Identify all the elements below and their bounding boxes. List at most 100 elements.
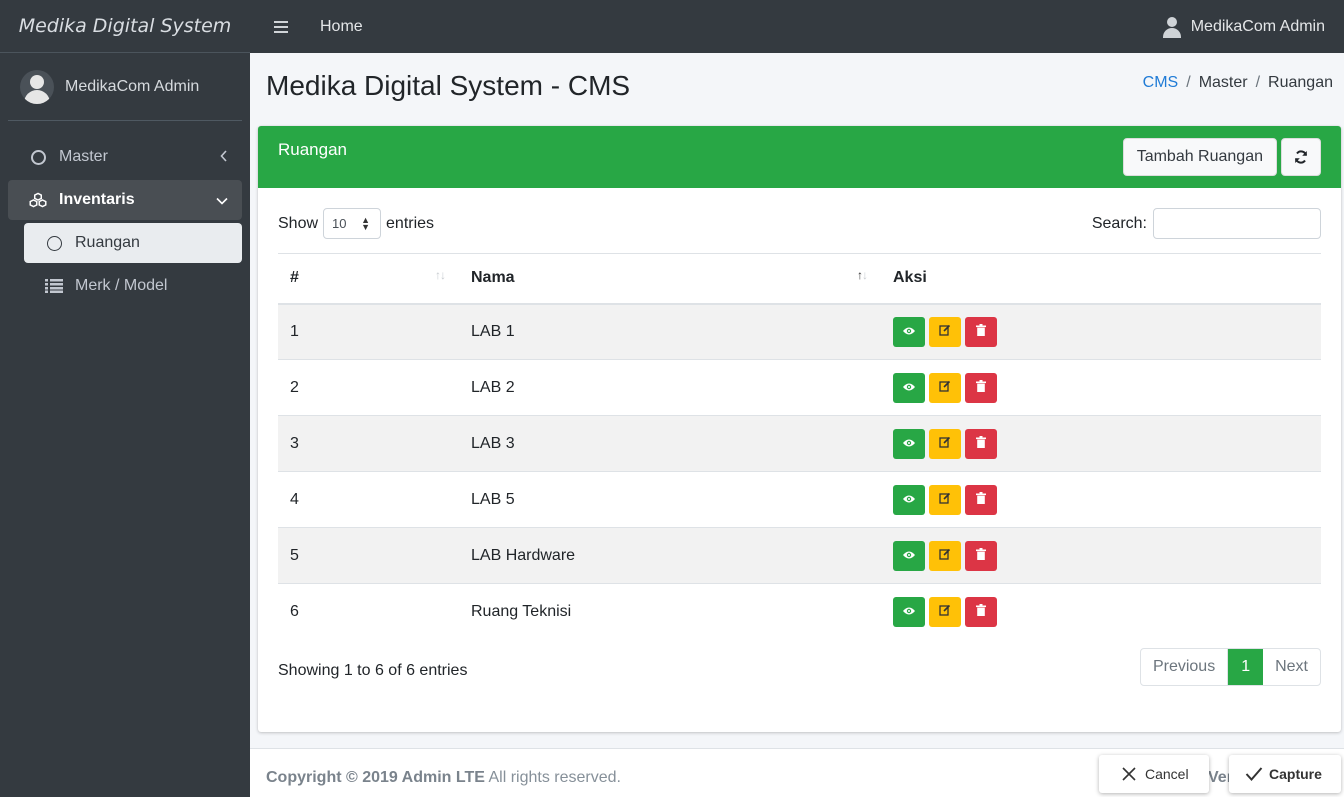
edit-icon [939, 491, 951, 509]
refresh-button[interactable] [1281, 138, 1321, 176]
edit-button[interactable] [929, 596, 961, 627]
pagination-previous[interactable]: Previous [1141, 649, 1229, 685]
sidebar-nav: Master Inventaris Ruangan Merk / Model [0, 121, 250, 306]
pagination-next[interactable]: Next [1263, 649, 1320, 685]
cell-no: 3 [278, 415, 459, 472]
edit-icon [939, 603, 951, 621]
user-panel[interactable]: MedikaCom Admin [8, 53, 242, 121]
capture-button[interactable]: Capture [1229, 755, 1341, 793]
search-label: Search: [1091, 214, 1147, 232]
chevron-down-icon [216, 192, 228, 208]
page-length-select[interactable]: 10 ▲ ▼ [323, 208, 382, 239]
trash-icon [976, 379, 986, 397]
circle-icon [45, 234, 63, 252]
view-button[interactable] [893, 540, 925, 571]
delete-button[interactable] [965, 372, 997, 403]
view-button[interactable] [893, 596, 925, 627]
delete-button[interactable] [965, 484, 997, 515]
pagination: Previous 1 Next [1139, 648, 1321, 686]
delete-button[interactable] [965, 596, 997, 627]
view-button[interactable] [893, 372, 925, 403]
breadcrumb: CMS / Master / Ruangan [1143, 74, 1333, 92]
page-title: Medika Digital System - CMS [266, 70, 631, 101]
table-body: 1 LAB 1 2 LAB 2 3 LAB 3 4 LAB 5 5 LAB Hardware 6 Ru… [278, 303, 1321, 640]
table-row: 4 LAB 5 [278, 471, 1321, 528]
cell-nama: LAB 5 [459, 471, 881, 528]
avatar [20, 69, 54, 104]
sidebar-item-label: Ruangan [75, 234, 140, 251]
delete-button[interactable] [965, 316, 997, 347]
cell-nama: LAB 3 [459, 415, 881, 472]
refresh-icon [1295, 150, 1307, 164]
table-info: Showing 1 to 6 of 6 entries [278, 662, 468, 679]
cell-aksi [881, 359, 1321, 416]
edit-button[interactable] [929, 372, 961, 403]
header-user-name: MedikaCom Admin [1190, 17, 1325, 35]
sidebar-item-label: Master [59, 148, 108, 165]
edit-icon [939, 379, 951, 397]
ruangan-card: Ruangan Tambah Ruangan Show 10 ▲ ▼ entrie… [258, 126, 1341, 732]
user-icon [1162, 16, 1182, 38]
breadcrumb-separator: / [1186, 74, 1191, 91]
close-icon [1122, 767, 1136, 781]
sort-icon: ↑↓ [435, 268, 446, 282]
copyright: Copyright © 2019 Admin LTE All rights re… [266, 769, 621, 786]
sidebar-item-inventaris[interactable]: Inventaris [8, 180, 242, 220]
card-title: Ruangan [278, 140, 348, 159]
brand-logo[interactable]: Medika Digital System [0, 0, 250, 53]
table-row: 6 Ruang Teknisi [278, 583, 1321, 640]
cancel-button[interactable]: Cancel [1099, 755, 1209, 793]
top-navbar: Home MedikaCom Admin [250, 0, 1344, 53]
view-button[interactable] [893, 316, 925, 347]
user-menu[interactable]: MedikaCom Admin [1162, 16, 1325, 38]
trash-icon [976, 323, 986, 341]
sidebar-submenu: Ruangan Merk / Model [8, 223, 242, 306]
cell-aksi [881, 527, 1321, 584]
show-label: Show [278, 214, 319, 232]
table-row: 3 LAB 3 [278, 415, 1321, 472]
page-length-control: Show 10 ▲ ▼ entries [278, 208, 434, 239]
search-input[interactable] [1153, 208, 1321, 239]
column-header-nama[interactable]: Nama ↑↓ [459, 253, 881, 305]
delete-button[interactable] [965, 428, 997, 459]
trash-icon [976, 491, 986, 509]
ruangan-table: # ↑↓ Nama ↑↓ Aksi 1 LAB 1 2 LAB 2 3 LAB 3 4 LAB… [278, 253, 1321, 640]
breadcrumb-cms[interactable]: CMS [1143, 74, 1179, 92]
cell-nama: Ruang Teknisi [459, 583, 881, 640]
table-row: 2 LAB 2 [278, 359, 1321, 416]
home-link[interactable]: Home [320, 18, 363, 36]
pagination-page-1[interactable]: 1 [1228, 649, 1264, 685]
sidebar-item-ruangan[interactable]: Ruangan [24, 223, 242, 263]
view-button[interactable] [893, 484, 925, 515]
cell-no: 2 [278, 359, 459, 416]
search-control: Search: [1092, 208, 1321, 239]
eye-icon [902, 379, 916, 397]
sidebar-item-label: Inventaris [59, 191, 135, 208]
eye-icon [902, 547, 916, 565]
cubes-icon [29, 191, 47, 209]
sidebar-user-name[interactable]: MedikaCom Admin [65, 78, 199, 96]
breadcrumb-separator: / [1255, 74, 1261, 91]
edit-button[interactable] [929, 484, 961, 515]
cell-nama: LAB 2 [459, 359, 881, 416]
edit-button[interactable] [929, 316, 961, 347]
sidebar: Medika Digital System MedikaCom Admin Ma… [0, 0, 250, 797]
breadcrumb-master: Master [1198, 74, 1248, 91]
delete-button[interactable] [965, 540, 997, 571]
sidebar-item-master[interactable]: Master [8, 137, 242, 177]
eye-icon [902, 435, 916, 453]
entries-label: entries [386, 214, 435, 232]
view-button[interactable] [893, 428, 925, 459]
cell-no: 5 [278, 527, 459, 584]
add-ruangan-button[interactable]: Tambah Ruangan [1122, 138, 1277, 176]
circle-icon [29, 148, 47, 166]
page-length-value: 10 [332, 216, 347, 231]
cell-aksi [881, 471, 1321, 528]
column-header-no[interactable]: # ↑↓ [278, 253, 459, 305]
edit-button[interactable] [929, 540, 961, 571]
edit-icon [939, 323, 951, 341]
cell-no: 4 [278, 471, 459, 528]
sidebar-item-merk-model[interactable]: Merk / Model [24, 266, 242, 306]
menu-toggle-icon[interactable] [274, 20, 288, 33]
edit-button[interactable] [929, 428, 961, 459]
